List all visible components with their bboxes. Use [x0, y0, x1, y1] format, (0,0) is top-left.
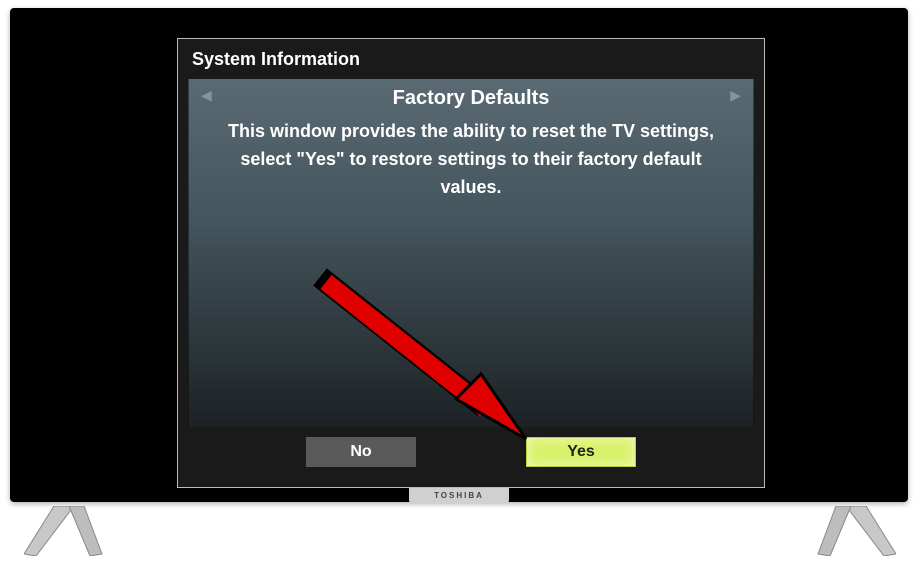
tv-stand-right	[816, 506, 896, 556]
system-information-dialog: System Information ◀ Factory Defaults ▶ …	[177, 38, 765, 488]
section-header: ◀ Factory Defaults ▶	[189, 79, 753, 114]
no-button[interactable]: No	[306, 437, 416, 467]
tv-screen: System Information ◀ Factory Defaults ▶ …	[16, 14, 902, 496]
nav-left-arrow-icon[interactable]: ◀	[201, 87, 212, 104]
dialog-body: ◀ Factory Defaults ▶ This window provide…	[188, 79, 754, 429]
section-description: This window provides the ability to rese…	[189, 114, 753, 202]
tv-stand-left	[24, 506, 104, 556]
nav-right-arrow-icon[interactable]: ▶	[730, 87, 741, 104]
tv-frame: System Information ◀ Factory Defaults ▶ …	[10, 8, 908, 502]
yes-button[interactable]: Yes	[526, 437, 636, 467]
tv-brand-label: TOSHIBA	[409, 488, 509, 504]
dialog-title: System Information	[178, 39, 764, 79]
button-row: No Yes	[188, 427, 754, 477]
section-title: Factory Defaults	[189, 87, 753, 114]
